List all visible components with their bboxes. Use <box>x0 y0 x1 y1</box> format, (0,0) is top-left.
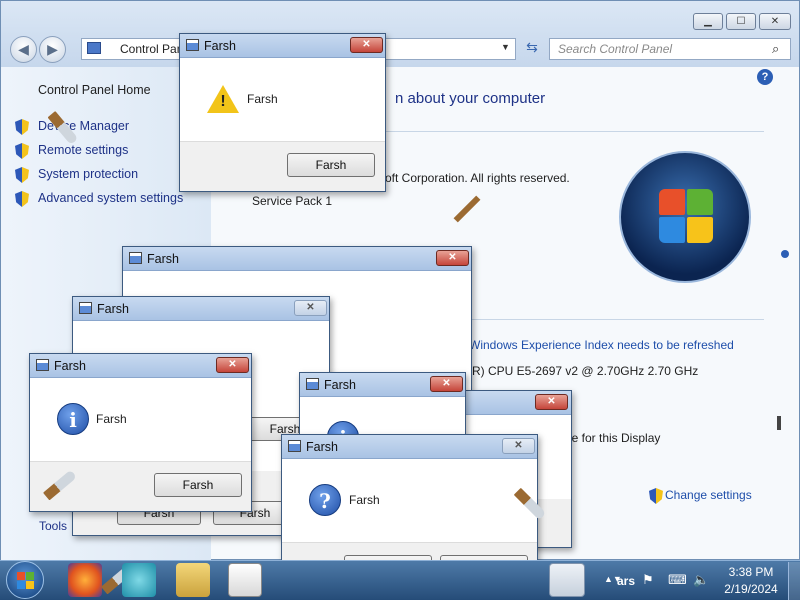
start-button[interactable] <box>6 561 44 599</box>
dialog-close-button[interactable]: ✕ <box>216 357 249 373</box>
sidebar-item-system-protection[interactable]: System protection <box>38 167 138 181</box>
copyright-text: oft Corporation. All rights reserved. <box>385 171 570 185</box>
question-icon: ? <box>309 484 341 516</box>
page-heading: n about your computer <box>395 90 546 107</box>
sidebar-item-remote-settings[interactable]: Remote settings <box>38 143 128 157</box>
dialog-message: Farsh <box>247 92 278 106</box>
dialog-footer: Farsh <box>180 141 385 191</box>
scroll-mark <box>777 416 781 430</box>
dialog-titlebar: Farsh ✕ <box>300 373 465 397</box>
logo-blue <box>659 217 685 243</box>
chevron-down-icon[interactable]: ▼ <box>501 42 510 52</box>
dialog-titlebar: Farsh ✕ <box>180 34 385 58</box>
pen-touch-value: le for this Display <box>569 431 661 445</box>
clock-time[interactable]: 3:38 PM <box>722 565 780 579</box>
minimize-button[interactable]: ▁ <box>693 13 723 30</box>
farsh-button[interactable]: Farsh <box>154 473 242 497</box>
dialog-footer: Farsh <box>30 461 251 511</box>
window-close-button[interactable]: ✕ <box>759 13 791 30</box>
window-icon <box>288 440 301 452</box>
dialog-title: Farsh <box>54 359 86 373</box>
logo-yellow <box>687 217 713 243</box>
sidebar-item-advanced-settings[interactable]: Advanced system settings <box>38 191 183 205</box>
dialog-titlebar: Farsh ✕ <box>123 247 471 271</box>
show-desktop-button[interactable] <box>788 562 800 600</box>
start-logo-yellow <box>26 581 34 589</box>
dialog-title: Farsh <box>147 252 179 266</box>
window-icon <box>79 302 92 314</box>
search-input[interactable]: Search Control Panel <box>549 38 791 60</box>
dialog-title: Farsh <box>324 378 356 392</box>
network-icon[interactable]: ⌨ <box>668 572 687 588</box>
dialog-titlebar: Farsh ✕ <box>73 297 329 321</box>
dialog-titlebar: ✕ <box>463 391 571 415</box>
search-icon[interactable]: ⌕ <box>772 41 779 57</box>
start-logo-blue <box>17 581 25 589</box>
dialog-message: Farsh <box>349 493 380 507</box>
dialog-title: Farsh <box>204 39 236 53</box>
scroll-dot <box>781 250 789 258</box>
back-arrow-icon[interactable]: ◀ <box>10 36 37 63</box>
window-icon <box>306 378 319 390</box>
firefox-icon[interactable] <box>68 563 102 597</box>
windows-logo <box>619 151 751 283</box>
dialog-close-button[interactable]: ✕ <box>350 37 383 53</box>
dialog-close-button[interactable]: ✕ <box>430 376 463 392</box>
maximize-button[interactable]: ☐ <box>726 13 756 30</box>
fork-cursor-icon <box>453 195 481 223</box>
service-pack-text: Service Pack 1 <box>252 194 333 208</box>
information-icon: i <box>57 403 89 435</box>
media-player-icon[interactable] <box>228 563 262 597</box>
farsh-button[interactable]: Farsh <box>287 153 375 177</box>
see-also-tools-link[interactable]: Tools <box>39 519 67 533</box>
dialog-body: ! Farsh <box>180 58 385 142</box>
window-icon <box>36 359 49 371</box>
forward-arrow-icon[interactable]: ▶ <box>39 36 66 63</box>
logo-red <box>659 189 685 215</box>
dialog-message: Farsh <box>96 412 127 426</box>
app-icon[interactable] <box>122 563 156 597</box>
experience-index-link[interactable]: Windows Experience Index needs to be ref… <box>469 338 734 352</box>
dialog-body: i Farsh <box>30 378 251 462</box>
flag-icon[interactable]: ⚑ <box>642 572 654 588</box>
control-panel-icon <box>87 42 101 54</box>
farsh-dialog-warning: Farsh ✕ ! Farsh Farsh <box>179 33 386 192</box>
search-placeholder: Search Control Panel <box>558 42 673 56</box>
knife-icon <box>42 469 78 501</box>
tray-text: ars <box>617 574 636 588</box>
window-icon <box>129 252 142 264</box>
clock-date[interactable]: 2/19/2024 <box>718 582 784 596</box>
logo-green <box>687 189 713 215</box>
farsh-dialog-info: Farsh ✕ i Farsh Farsh <box>29 353 252 512</box>
refresh-icon[interactable]: ⇆ <box>521 39 543 59</box>
help-icon[interactable]: ? <box>757 69 773 85</box>
dialog-close-button[interactable]: ✕ <box>294 300 327 316</box>
dialog-title: Farsh <box>97 302 129 316</box>
dialog-titlebar: Farsh ✕ <box>282 435 537 459</box>
dialog-title: Farsh <box>306 440 338 454</box>
folder-icon[interactable] <box>176 563 210 597</box>
start-logo-green <box>26 572 34 580</box>
change-settings-link[interactable]: Change settings <box>665 488 752 502</box>
dialog-close-button[interactable]: ✕ <box>436 250 469 266</box>
dialog-close-button[interactable]: ✕ <box>502 438 535 454</box>
program-window-icon[interactable] <box>549 563 585 597</box>
dialog-close-button[interactable]: ✕ <box>535 394 568 410</box>
window-icon <box>186 39 199 51</box>
start-logo-red <box>17 572 25 580</box>
processor-value: R) CPU E5-2697 v2 @ 2.70GHz 2.70 GHz <box>472 364 699 378</box>
dialog-body: ? Farsh <box>282 459 547 543</box>
shield-icon <box>649 488 663 504</box>
warning-mark: ! <box>220 93 226 110</box>
volume-icon[interactable]: 🔈 <box>693 572 709 588</box>
dialog-titlebar: Farsh ✕ <box>30 354 251 378</box>
control-panel-home-link[interactable]: Control Panel Home <box>38 83 151 97</box>
